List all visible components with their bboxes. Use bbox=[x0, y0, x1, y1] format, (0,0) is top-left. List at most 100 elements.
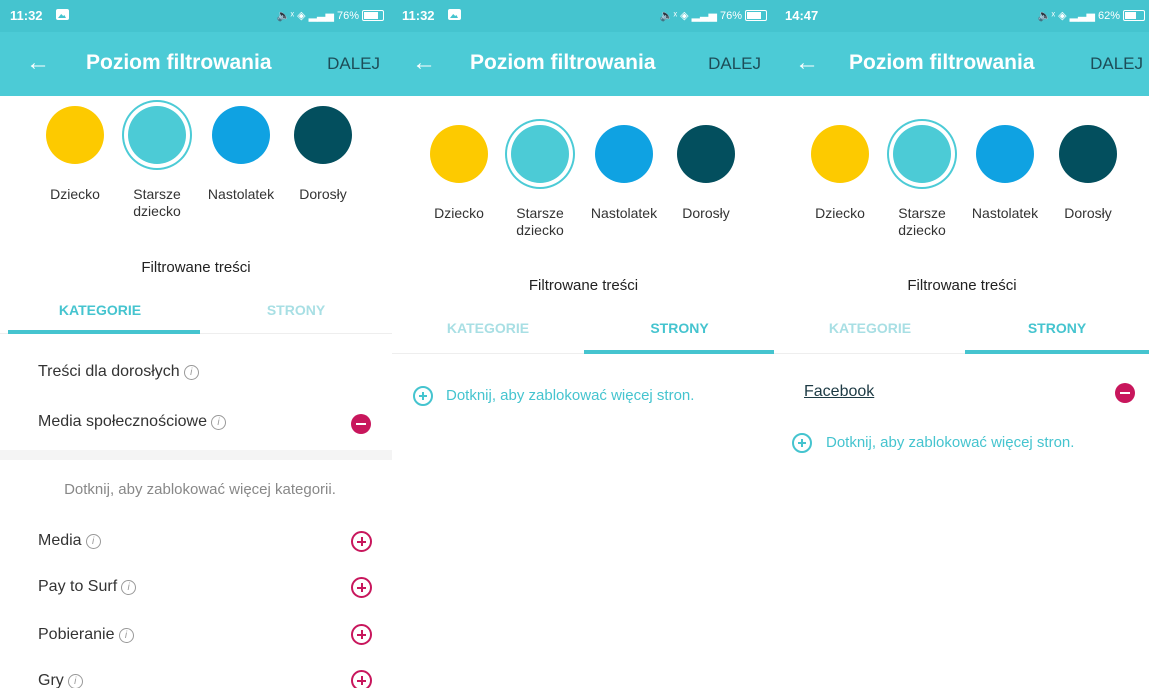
battery-level: 76% bbox=[719, 9, 742, 22]
wifi-icon: ◈ bbox=[297, 10, 306, 22]
blocked-site-link[interactable]: Facebook bbox=[804, 383, 874, 401]
available-category-row[interactable]: Gry i bbox=[38, 672, 83, 688]
status-time: 11:32 bbox=[402, 8, 435, 23]
level-teen-label: Nastolatek bbox=[590, 205, 658, 221]
image-notification-icon bbox=[448, 9, 461, 20]
blocked-category-row[interactable]: Media społecznościowe i bbox=[38, 413, 226, 431]
wifi-icon: ◈ bbox=[1058, 10, 1067, 22]
available-category-row[interactable]: Media i bbox=[38, 532, 101, 550]
back-arrow-icon[interactable]: ← bbox=[795, 49, 819, 77]
page-title: Poziom filtrowania bbox=[470, 51, 656, 74]
category-label: Media społecznościowe bbox=[38, 413, 207, 430]
available-category-row[interactable]: Pay to Surf i bbox=[38, 578, 137, 596]
tab-sites[interactable]: STRONY bbox=[200, 302, 392, 318]
level-adult-label: Dorosły bbox=[1064, 205, 1112, 221]
volume-mute-icon: 🔈ˣ bbox=[1037, 10, 1056, 22]
category-label: Gry bbox=[38, 672, 64, 688]
status-bar: 14:47 🔈ˣ ◈ ▂▃▅ 62% bbox=[775, 0, 1149, 32]
add-site-icon[interactable] bbox=[413, 386, 433, 406]
screen-sites-empty: 11:32 🔈ˣ ◈ ▂▃▅ 76% ← Poziom filtrowania … bbox=[392, 0, 775, 688]
info-icon[interactable]: i bbox=[121, 580, 137, 595]
level-adult-label: Dorosły bbox=[299, 186, 347, 202]
info-icon[interactable]: i bbox=[67, 674, 83, 688]
level-older-child-option[interactable] bbox=[511, 125, 569, 183]
status-bar: 11:32 🔈ˣ ◈ ▂▃▅ 76% bbox=[392, 0, 775, 32]
level-child-label: Dziecko bbox=[434, 205, 484, 221]
screen-categories: 11:32 🔈ˣ ◈ ▂▃▅ 76% ← Poziom filtrowania … bbox=[0, 0, 392, 688]
tab-sites[interactable]: STRONY bbox=[965, 320, 1149, 336]
level-teen-option[interactable] bbox=[595, 125, 653, 183]
level-older-child-label: Starsze dziecko bbox=[516, 205, 564, 238]
available-category-row[interactable]: Pobieranie i bbox=[38, 626, 134, 644]
app-bar: ← Poziom filtrowania DALEJ bbox=[392, 32, 775, 96]
signal-icon: ▂▃▅ bbox=[308, 10, 334, 22]
signal-icon: ▂▃▅ bbox=[691, 10, 717, 22]
tab-indicator bbox=[584, 350, 774, 354]
level-older-child-option[interactable] bbox=[128, 106, 186, 164]
filtered-content-title: Filtrowane treści bbox=[907, 277, 1017, 294]
section-separator bbox=[0, 450, 392, 460]
level-teen-option[interactable] bbox=[976, 125, 1034, 183]
level-older-child-label: Starsze dziecko bbox=[898, 205, 946, 238]
next-button[interactable]: DALEJ bbox=[327, 54, 380, 74]
battery-level: 62% bbox=[1097, 9, 1120, 22]
status-bar: 11:32 🔈ˣ ◈ ▂▃▅ 76% bbox=[0, 0, 392, 32]
remove-category-icon[interactable] bbox=[351, 414, 371, 434]
level-older-child-option[interactable] bbox=[893, 125, 951, 183]
back-arrow-icon[interactable]: ← bbox=[412, 49, 436, 77]
signal-icon: ▂▃▅ bbox=[1069, 10, 1095, 22]
info-icon[interactable]: i bbox=[183, 365, 199, 380]
remove-site-icon[interactable] bbox=[1115, 383, 1135, 403]
level-child-option[interactable] bbox=[46, 106, 104, 164]
status-system: 🔈ˣ ◈ ▂▃▅ 76% bbox=[277, 9, 384, 22]
add-category-icon[interactable] bbox=[351, 531, 372, 552]
app-bar: ← Poziom filtrowania DALEJ bbox=[775, 32, 1149, 96]
level-teen-option[interactable] bbox=[212, 106, 270, 164]
level-teen-label: Nastolatek bbox=[971, 205, 1039, 221]
tab-indicator bbox=[965, 350, 1149, 354]
filtered-content-title: Filtrowane treści bbox=[528, 277, 639, 294]
status-system: 🔈ˣ ◈ ▂▃▅ 62% bbox=[1038, 9, 1145, 22]
status-system: 🔈ˣ ◈ ▂▃▅ 76% bbox=[660, 9, 767, 22]
page-title: Poziom filtrowania bbox=[86, 51, 272, 74]
next-button[interactable]: DALEJ bbox=[1090, 54, 1143, 74]
tab-categories[interactable]: KATEGORIE bbox=[392, 320, 584, 336]
filtered-content-title: Filtrowane treści bbox=[141, 259, 251, 276]
level-teen-label: Nastolatek bbox=[207, 186, 275, 202]
info-icon[interactable]: i bbox=[210, 415, 226, 430]
category-label: Media bbox=[38, 532, 82, 549]
category-label: Pay to Surf bbox=[38, 578, 118, 595]
level-child-option[interactable] bbox=[811, 125, 869, 183]
volume-mute-icon: 🔈ˣ bbox=[276, 10, 295, 22]
battery-icon bbox=[362, 10, 384, 21]
level-adult-option[interactable] bbox=[677, 125, 735, 183]
back-arrow-icon[interactable]: ← bbox=[26, 49, 50, 77]
info-icon[interactable]: i bbox=[118, 628, 134, 643]
tab-indicator bbox=[8, 330, 200, 334]
level-child-label: Dziecko bbox=[815, 205, 865, 221]
info-icon[interactable]: i bbox=[85, 534, 101, 549]
add-category-icon[interactable] bbox=[351, 624, 372, 645]
level-child-option[interactable] bbox=[430, 125, 488, 183]
add-site-link[interactable]: Dotknij, aby zablokować więcej stron. bbox=[446, 387, 694, 404]
more-categories-hint: Dotknij, aby zablokować więcej kategorii… bbox=[64, 481, 336, 498]
volume-mute-icon: 🔈ˣ bbox=[659, 10, 678, 22]
battery-icon bbox=[745, 10, 767, 21]
wifi-icon: ◈ bbox=[680, 10, 689, 22]
level-adult-option[interactable] bbox=[294, 106, 352, 164]
add-site-icon[interactable] bbox=[792, 433, 812, 453]
status-time: 14:47 bbox=[785, 8, 819, 23]
tab-categories[interactable]: KATEGORIE bbox=[0, 302, 200, 318]
level-adult-label: Dorosły bbox=[682, 205, 730, 221]
tab-categories[interactable]: KATEGORIE bbox=[775, 320, 965, 336]
tab-sites[interactable]: STRONY bbox=[584, 320, 775, 336]
category-label: Treści dla dorosłych bbox=[38, 363, 180, 380]
next-button[interactable]: DALEJ bbox=[708, 54, 761, 74]
add-site-link[interactable]: Dotknij, aby zablokować więcej stron. bbox=[826, 434, 1074, 451]
add-category-icon[interactable] bbox=[351, 577, 372, 598]
status-time: 11:32 bbox=[10, 8, 43, 23]
level-older-child-label: Starsze dziecko bbox=[133, 186, 181, 219]
add-category-icon[interactable] bbox=[351, 670, 372, 688]
level-adult-option[interactable] bbox=[1059, 125, 1117, 183]
blocked-category-row[interactable]: Treści dla dorosłych i bbox=[38, 363, 199, 381]
